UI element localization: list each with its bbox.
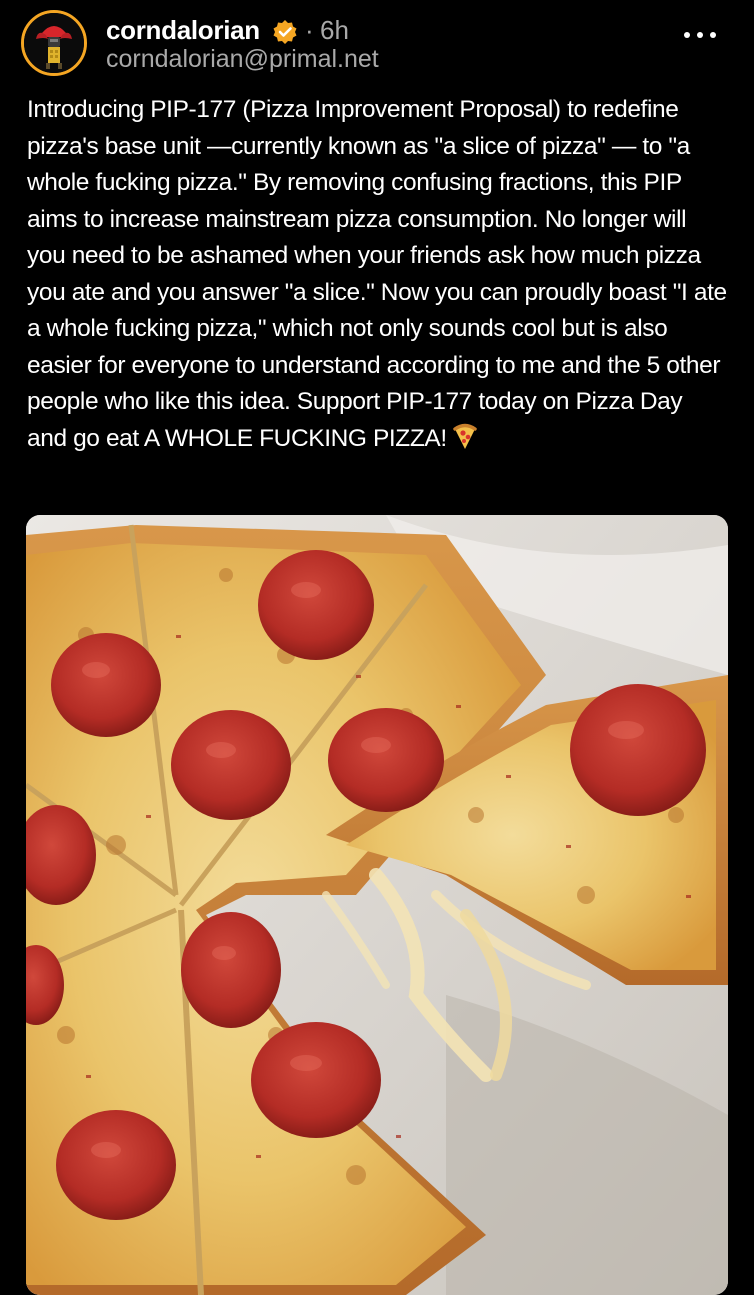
post-timestamp[interactable]: 6h — [320, 13, 349, 47]
author-display-name[interactable]: corndalorian — [106, 13, 260, 47]
post-header: corndalorian · 6h corndalorian@primal.ne… — [0, 0, 754, 90]
verified-badge-icon — [273, 20, 297, 44]
pepperoni-pizza-photo — [26, 515, 728, 1295]
post-body-text: Introducing PIP-177 (Pizza Improvement P… — [27, 96, 727, 452]
post-body: Introducing PIP-177 (Pizza Improvement P… — [27, 92, 727, 457]
separator-dot: · — [305, 15, 314, 45]
more-horizontal-icon — [684, 32, 690, 38]
more-horizontal-icon — [710, 32, 716, 38]
feed-post: corndalorian · 6h corndalorian@primal.ne… — [0, 0, 754, 1295]
avatar[interactable] — [21, 10, 87, 76]
pizza-slice-emoji-icon — [453, 423, 477, 449]
corn-mascot-icon — [24, 13, 84, 73]
post-image[interactable] — [26, 515, 728, 1295]
author-handle[interactable]: corndalorian@primal.net — [106, 43, 379, 75]
more-options-button[interactable] — [680, 22, 720, 46]
more-horizontal-icon — [697, 32, 703, 38]
